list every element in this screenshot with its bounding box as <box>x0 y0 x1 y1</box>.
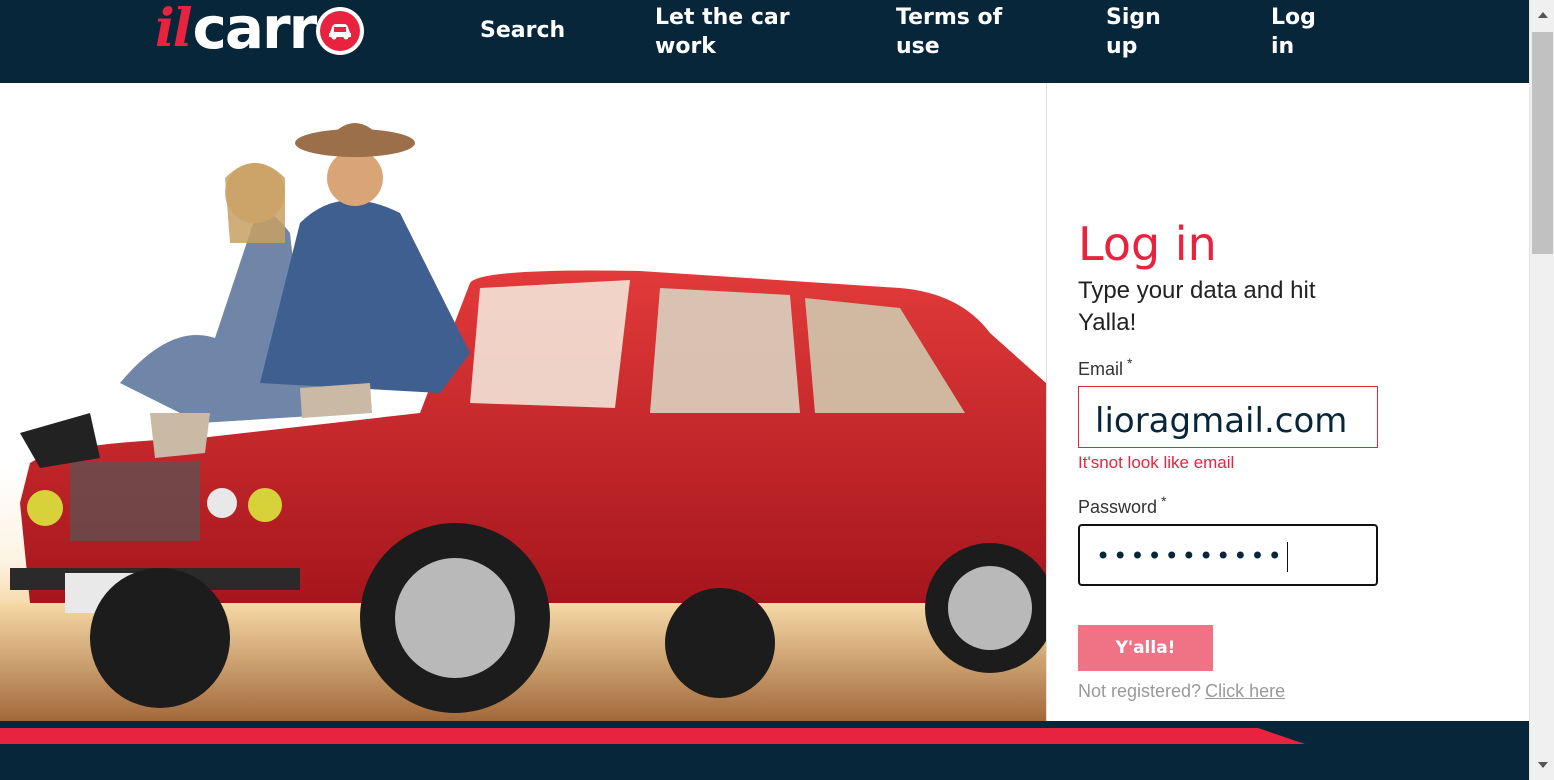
email-label-text: Email <box>1078 359 1124 379</box>
nav-log-in-link[interactable]: Log in <box>1271 3 1321 61</box>
required-mark: * <box>1161 493 1167 509</box>
nav-sign-up-link[interactable]: Sign up <box>1106 3 1166 61</box>
scrollbar-thumb[interactable] <box>1532 32 1553 254</box>
page-scrollbar[interactable] <box>1529 0 1554 780</box>
ilcarro-logo[interactable]: il carr <box>155 0 365 62</box>
yalla-submit-button[interactable]: Y'alla! <box>1078 625 1213 671</box>
footer-red-stripe <box>0 728 1305 744</box>
not-registered-text: Not registered? Click here <box>1078 681 1285 702</box>
click-here-link[interactable]: Click here <box>1205 681 1285 701</box>
scroll-up-arrow-icon[interactable] <box>1530 0 1554 30</box>
required-mark: * <box>1127 355 1133 371</box>
logo-car-badge-icon <box>316 7 365 55</box>
nav-search-link[interactable]: Search <box>480 16 565 45</box>
text-caret <box>1286 542 1288 572</box>
password-field[interactable]: ••••••••••• <box>1078 524 1378 586</box>
login-panel: Log in Type your data and hit Yalla! Ema… <box>1046 83 1529 721</box>
logo-il-text: il <box>155 0 192 59</box>
email-field-value: lioragmail.com <box>1095 401 1348 441</box>
top-navbar: il carr Search Let the car work Terms of… <box>0 0 1529 83</box>
email-field[interactable]: lioragmail.com <box>1078 386 1378 448</box>
password-label-text: Password <box>1078 497 1158 517</box>
nav-let-car-work-link[interactable]: Let the car work <box>655 3 805 61</box>
email-error-message: It'snot look like email <box>1078 453 1235 472</box>
email-label: Email * <box>1078 355 1132 380</box>
nav-terms-of-use-link[interactable]: Terms of use <box>896 3 1016 61</box>
login-subtitle: Type your data and hit Yalla! <box>1078 277 1316 336</box>
hero-car-illustration <box>0 123 1046 721</box>
password-field-value: ••••••••••• <box>1096 542 1285 570</box>
not-registered-label: Not registered? <box>1078 681 1202 701</box>
login-title: Log in <box>1078 217 1217 271</box>
hero-image <box>0 83 1046 721</box>
logo-carr-text: carr <box>192 0 318 62</box>
password-label: Password * <box>1078 493 1166 518</box>
scroll-down-arrow-icon[interactable] <box>1530 750 1554 780</box>
